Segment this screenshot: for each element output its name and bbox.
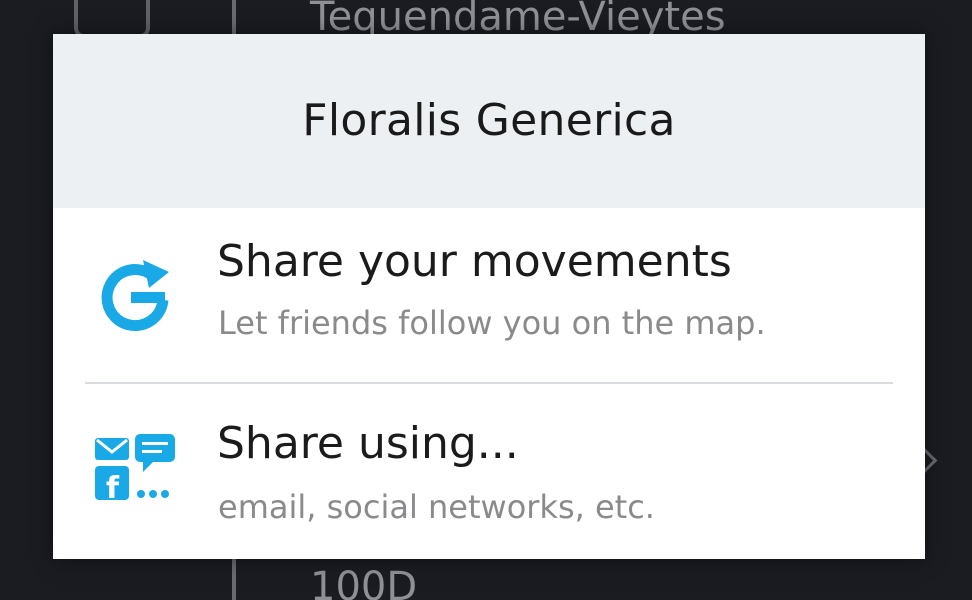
share-dialog: Floralis Generica Share your movements L… (53, 34, 925, 559)
screen: Tequendame-Vieytes 100D Floralis Generic… (0, 0, 972, 600)
share-movements-description: Let friends follow you on the map. (218, 304, 766, 342)
share-using-label: Share using... (217, 418, 519, 469)
share-movements-icon (93, 248, 183, 338)
share-using-description: email, social networks, etc. (218, 488, 655, 526)
background-route-label: 100D (310, 564, 418, 600)
dialog-header: Floralis Generica (53, 34, 925, 208)
share-using-item[interactable]: f Share using... email, social networks,… (53, 382, 925, 556)
svg-text:f: f (106, 471, 120, 506)
share-movements-item[interactable]: Share your movements Let friends follow … (53, 208, 925, 384)
background-transit-icon (74, 0, 150, 38)
share-movements-label: Share your movements (217, 236, 732, 287)
dialog-title: Floralis Generica (302, 94, 676, 146)
share-using-icon: f (93, 422, 183, 512)
